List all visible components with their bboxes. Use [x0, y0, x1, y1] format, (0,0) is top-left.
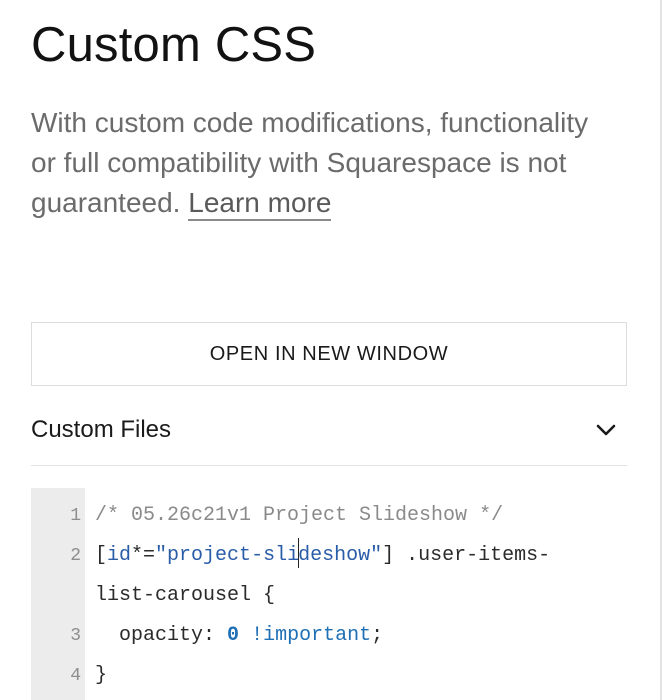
code-token-comment: /* 05.26c21v1 Project Slideshow */: [95, 504, 504, 527]
line-number: 2: [70, 546, 81, 566]
code-line[interactable]: /* 05.26c21v1 Project Slideshow */: [95, 496, 503, 536]
code-token-string: "project-sli: [155, 544, 300, 567]
line-number: 3: [70, 626, 81, 646]
code-token-plain: opacity:: [95, 624, 228, 647]
code-line[interactable]: [id*="project-slideshow"] .user-items-: [95, 536, 550, 576]
code-line[interactable]: list-carousel {: [95, 576, 275, 616]
custom-files-label: Custom Files: [31, 415, 172, 443]
code-line[interactable]: }: [95, 656, 107, 696]
code-line[interactable]: opacity: 0 !important;: [95, 616, 383, 656]
code-token-plain: *=: [131, 544, 156, 567]
code-token-plain: [: [95, 544, 108, 567]
line-number: 1: [70, 506, 81, 526]
code-token-string: deshow": [298, 544, 383, 567]
code-token-num: 0: [227, 624, 240, 647]
code-token-plain: }: [95, 664, 108, 687]
custom-files-toggle[interactable]: Custom Files: [31, 398, 627, 466]
open-in-new-window-button[interactable]: OPEN IN NEW WINDOW: [31, 322, 627, 386]
custom-css-panel: Custom CSS With custom code modification…: [0, 0, 662, 700]
code-token-attr: id: [107, 544, 132, 567]
css-code-editor[interactable]: 1 /* 05.26c21v1 Project Slideshow */ 2 [id*…: [31, 488, 627, 700]
code-token-plain: ;: [371, 624, 384, 647]
code-token-important: !important: [251, 624, 372, 647]
code-token-plain: ] .user-items-: [382, 544, 551, 567]
chevron-down-icon: [596, 424, 616, 435]
page-title: Custom CSS: [31, 18, 317, 72]
learn-more-link[interactable]: Learn more: [188, 187, 332, 221]
line-number: 4: [70, 666, 81, 686]
code-token-plain: list-carousel {: [95, 584, 276, 607]
description-text: With custom code modifications, function…: [31, 103, 591, 223]
